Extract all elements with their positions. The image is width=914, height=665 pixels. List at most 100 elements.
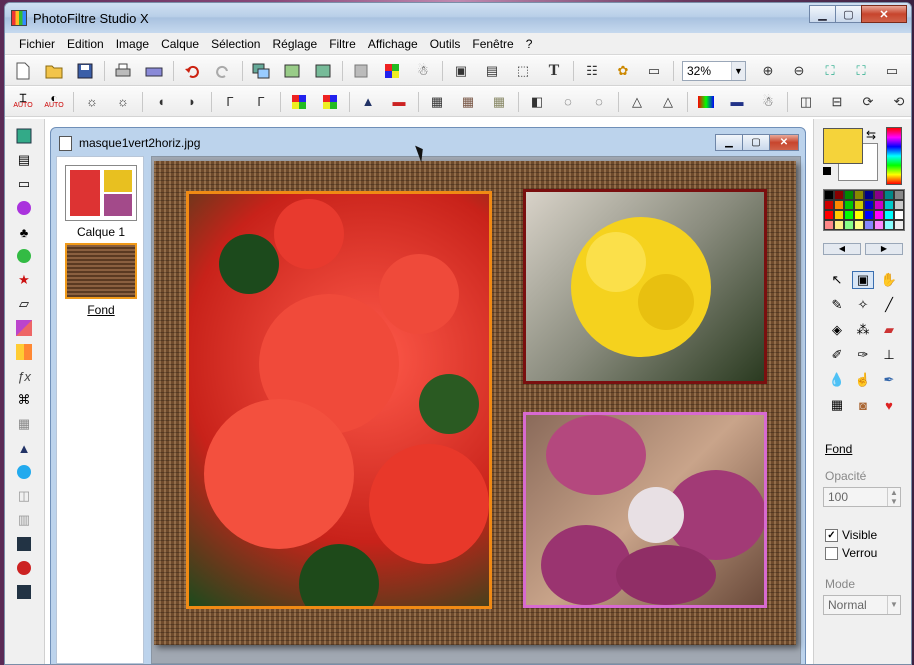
plugin-icon[interactable]: ✿ <box>611 60 635 82</box>
layer-name-selected[interactable]: Fond <box>57 303 145 317</box>
deform-tool-icon[interactable]: ▦ <box>826 396 848 414</box>
blue-ball-icon[interactable] <box>15 463 33 481</box>
layers-icon[interactable]: ☷ <box>580 60 604 82</box>
palette-swatch[interactable] <box>884 220 894 230</box>
palette-swatch[interactable] <box>854 190 864 200</box>
selection-tool-icon[interactable]: ▣ <box>852 271 874 289</box>
palette-swatch[interactable] <box>864 220 874 230</box>
filter2-icon[interactable]: ▦ <box>456 91 480 113</box>
palette-swatch[interactable] <box>844 200 854 210</box>
contrast-plus-icon[interactable]: ◗ <box>180 91 204 113</box>
palette-swatch[interactable] <box>864 190 874 200</box>
chevron-down-icon[interactable]: ▼ <box>731 61 745 80</box>
menu-selection[interactable]: Sélection <box>205 33 266 55</box>
figure2-icon[interactable]: ☃ <box>756 91 780 113</box>
palette-swatch[interactable] <box>874 190 884 200</box>
hand-tool-icon[interactable]: ✋ <box>878 271 900 289</box>
advanced-brush-tool-icon[interactable]: ✑ <box>852 346 874 364</box>
menu-help[interactable]: ? <box>520 33 539 55</box>
font-icon[interactable] <box>15 559 33 577</box>
menu-fenetre[interactable]: Fenêtre <box>466 33 519 55</box>
color-spectrum[interactable] <box>886 127 902 185</box>
globe-icon[interactable] <box>15 247 33 265</box>
palette-swatch[interactable] <box>874 210 884 220</box>
grey-square-icon[interactable] <box>349 60 373 82</box>
copy-layer-icon[interactable] <box>249 60 273 82</box>
doc-close-button[interactable]: ✕ <box>769 134 799 151</box>
palette-swatch[interactable] <box>834 190 844 200</box>
film-icon[interactable]: ▥ <box>15 511 33 529</box>
palette-swatch[interactable] <box>884 210 894 220</box>
opacity-field[interactable]: 100 ▲ ▼ <box>823 487 901 507</box>
star-icon[interactable]: ★ <box>15 271 33 289</box>
fit-icon[interactable]: ⛶ <box>818 60 842 82</box>
fx-icon[interactable]: ƒx <box>15 367 33 385</box>
brightness-plus-icon[interactable]: ☼ <box>111 91 135 113</box>
maximize-button[interactable]: ▢ <box>835 5 862 23</box>
menu-image[interactable]: Image <box>110 33 155 55</box>
blue-filter-icon[interactable]: ▬ <box>725 91 749 113</box>
gamma-minus-icon[interactable]: Γ <box>218 91 242 113</box>
close-button[interactable]: ✕ <box>861 5 907 23</box>
blur-icon[interactable]: ◌ <box>556 91 580 113</box>
image-icon[interactable] <box>311 60 335 82</box>
zoom-select[interactable]: 32% ▼ <box>682 60 746 81</box>
canvas-image[interactable] <box>154 161 796 645</box>
foreground-color-swatch[interactable] <box>823 128 863 164</box>
palette-swatch[interactable] <box>894 220 904 230</box>
contrast-minus-icon[interactable]: ◖ <box>149 91 173 113</box>
save-html-icon[interactable] <box>15 583 33 601</box>
histogram-icon[interactable]: ▲ <box>15 439 33 457</box>
strawberry-tool-icon[interactable]: ♥ <box>878 396 900 414</box>
undo-icon[interactable] <box>180 60 204 82</box>
triangle2-icon[interactable]: △ <box>656 91 680 113</box>
eyedropper-tool-icon[interactable]: ✎ <box>826 296 848 314</box>
redo-icon[interactable] <box>211 60 235 82</box>
flip-v-icon[interactable]: ⊟ <box>825 91 849 113</box>
book-icon[interactable]: ◫ <box>15 487 33 505</box>
palette-swatch[interactable] <box>824 200 834 210</box>
rotate-icon[interactable]: ⟳ <box>856 91 880 113</box>
saturation-minus-icon[interactable] <box>287 91 311 113</box>
saturation-plus-icon[interactable] <box>318 91 342 113</box>
palette-swatch[interactable] <box>864 200 874 210</box>
blur-tool-icon[interactable]: 💧 <box>826 371 848 389</box>
sharpen-icon[interactable]: ◌ <box>587 91 611 113</box>
grid-icon[interactable]: ▦ <box>15 415 33 433</box>
screen-icon[interactable]: ▭ <box>15 175 33 193</box>
menu-edition[interactable]: Edition <box>61 33 110 55</box>
menu-calque[interactable]: Calque <box>155 33 205 55</box>
palette-swatch[interactable] <box>844 210 854 220</box>
rotate2-icon[interactable]: ⟲ <box>887 91 911 113</box>
palette-swatch[interactable] <box>874 200 884 210</box>
palette-swatch[interactable] <box>884 190 894 200</box>
levels-icon[interactable]: ▲ <box>356 91 380 113</box>
brightness-minus-icon[interactable]: ☼ <box>80 91 104 113</box>
spray-tool-icon[interactable]: ⁂ <box>852 321 874 339</box>
palette-swatch[interactable] <box>834 220 844 230</box>
mode-select[interactable]: Normal ▼ <box>823 595 901 615</box>
palette-swatch[interactable] <box>844 190 854 200</box>
spinner-icon[interactable]: ▲ ▼ <box>887 488 900 506</box>
adjust-icon[interactable]: ▣ <box>449 60 473 82</box>
triangle-icon[interactable]: △ <box>625 91 649 113</box>
menu-reglage[interactable]: Réglage <box>266 33 323 55</box>
auto-contrast-icon[interactable]: ⌶ AUTO <box>11 91 35 113</box>
palette-next-button[interactable]: ▶ <box>865 243 903 255</box>
paste-layer-icon[interactable] <box>280 60 304 82</box>
palette-swatch[interactable] <box>824 190 834 200</box>
gamma-plus-icon[interactable]: Γ <box>249 91 273 113</box>
page-icon[interactable]: ▱ <box>15 295 33 313</box>
palette-swatch[interactable] <box>854 220 864 230</box>
gradient-fill-icon[interactable] <box>15 319 33 337</box>
menu-fichier[interactable]: Fichier <box>13 33 61 55</box>
palette-prev-button[interactable]: ◀ <box>823 243 861 255</box>
menu-filtre[interactable]: Filtre <box>323 33 362 55</box>
palette-swatch[interactable] <box>894 210 904 220</box>
reset-colors-icon[interactable] <box>823 167 831 175</box>
visible-checkbox[interactable]: ✓ Visible <box>825 528 877 542</box>
canvas-area[interactable] <box>151 156 801 664</box>
new-icon[interactable] <box>11 60 35 82</box>
clover-icon[interactable]: ⌘ <box>15 391 33 409</box>
fill-tool-icon[interactable]: ◈ <box>826 321 848 339</box>
